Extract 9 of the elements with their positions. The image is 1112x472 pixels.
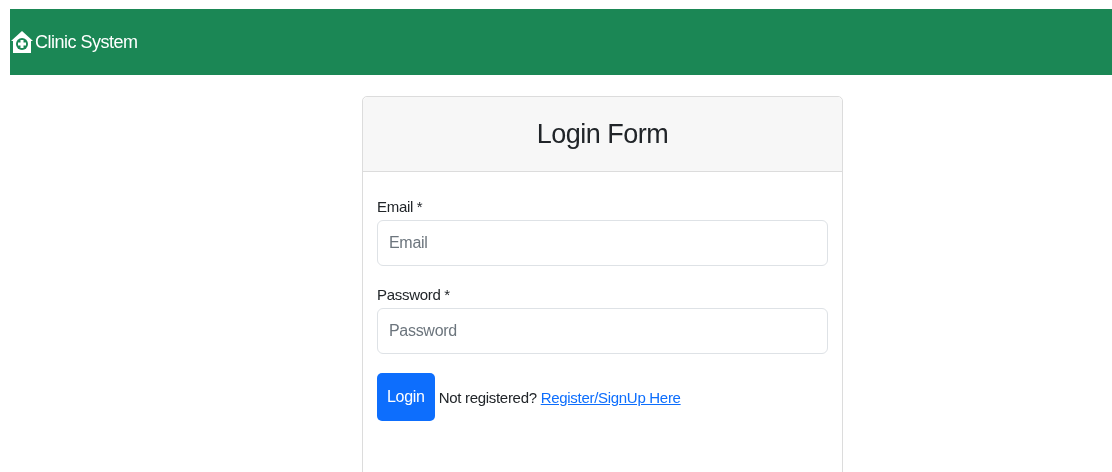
field-label: Password *: [377, 286, 450, 303]
input-field[interactable]: Email: [377, 220, 828, 266]
brand-title[interactable]: Clinic System: [35, 31, 138, 53]
input-field[interactable]: Password: [377, 308, 828, 354]
form-title: Login Form: [536, 118, 669, 150]
register-prompt: Not registered?: [438, 388, 537, 406]
login-button[interactable]: Login: [377, 373, 435, 421]
register-link[interactable]: Register/SignUp Here: [540, 388, 681, 406]
field-label: Email *: [377, 198, 423, 215]
